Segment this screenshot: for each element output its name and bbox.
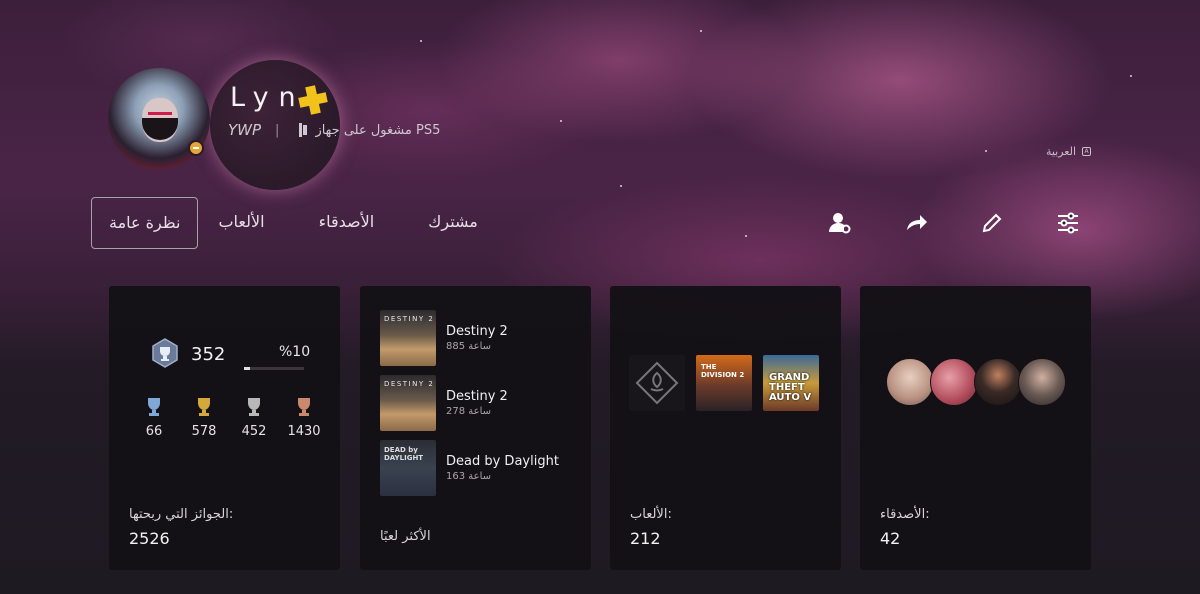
tab-shared[interactable]: مشترك: [408, 197, 498, 249]
trophy-bronze: 1430: [284, 396, 324, 439]
trophy-silver: 452: [234, 396, 274, 439]
star: [985, 150, 987, 152]
play-hours: 885 ساعة: [446, 341, 492, 352]
profile-tag: YWP: [228, 121, 262, 139]
separator: |: [275, 122, 280, 138]
friends-card[interactable]: الأصدقاء: 42: [860, 286, 1091, 570]
most-played-list: DESTINY 2 Destiny 2 885 ساعة DESTINY 2 D…: [380, 310, 559, 496]
trophies-label: الجوائز التي ربحتها:: [129, 507, 234, 522]
trophy-breakdown: 66 578 452 1430: [134, 396, 324, 439]
friend-avatar: [930, 358, 978, 406]
play-hours: 278 ساعة: [446, 406, 492, 417]
settings-button[interactable]: [1054, 207, 1082, 239]
language-icon: A: [1082, 147, 1091, 156]
friends-avatars: [886, 358, 1066, 406]
status-text: مشغول على جهاز PS5: [315, 122, 441, 138]
ps-plus-icon: [298, 85, 328, 115]
star: [700, 30, 702, 32]
list-item[interactable]: DESTINY 2 Destiny 2 885 ساعة: [380, 310, 559, 366]
trophies-card[interactable]: 352 %10 66 578 452 1430 الجوائز التي ربح…: [109, 286, 340, 570]
share-button[interactable]: [902, 207, 930, 239]
game-title: Destiny 2: [446, 389, 508, 404]
star: [1130, 75, 1132, 77]
silver-count: 452: [241, 424, 267, 439]
friend-avatar: [1018, 358, 1066, 406]
language-label: العربية: [1045, 145, 1076, 158]
bronze-trophy-icon: [298, 398, 310, 416]
gold-count: 578: [191, 424, 217, 439]
star: [745, 235, 747, 237]
platinum-trophy-icon: [148, 398, 160, 416]
game-thumbnail: GRAND THEFT AUTO V: [763, 355, 819, 411]
game-title: Destiny 2: [446, 324, 508, 339]
most-played-label: الأكثر لعبًا: [380, 529, 431, 544]
game-thumbnail: DESTINY 2: [380, 310, 436, 366]
game-thumbnail: DEAD by DAYLIGHT: [380, 440, 436, 496]
tab-friends[interactable]: الأصدقاء: [299, 197, 395, 249]
star: [620, 185, 622, 187]
games-label: الألعاب:: [630, 507, 672, 522]
game-title: Dead by Daylight: [446, 454, 559, 469]
most-played-card[interactable]: DESTINY 2 Destiny 2 885 ساعة DESTINY 2 D…: [360, 286, 591, 570]
add-friend-icon: [829, 213, 851, 234]
games-card[interactable]: THE DIVISION 2 GRAND THEFT AUTO V الألعا…: [610, 286, 841, 570]
trophy-gold: 578: [184, 396, 224, 439]
game-logo-icon: [635, 361, 679, 405]
star: [560, 120, 562, 122]
add-friend-button[interactable]: [826, 207, 854, 239]
platinum-count: 66: [145, 424, 163, 439]
edit-button[interactable]: [978, 207, 1006, 239]
play-hours: 163 ساعة: [446, 471, 492, 482]
game-thumbnail: DESTINY 2: [380, 375, 436, 431]
friend-avatar: [974, 358, 1022, 406]
friends-label: الأصدقاء:: [880, 507, 930, 522]
level-progress-label: %10: [279, 344, 311, 360]
edit-icon: [982, 213, 1002, 233]
friend-avatar: [886, 358, 934, 406]
trophy-level: 352: [191, 344, 226, 365]
tab-games[interactable]: الألعاب: [198, 197, 284, 249]
trophies-total: 2526: [129, 529, 170, 548]
list-item[interactable]: DEAD by DAYLIGHT Dead by Daylight 163 سا…: [380, 440, 559, 496]
trophy-platinum: 66: [134, 396, 174, 439]
tab-overview[interactable]: نظرة عامة: [91, 197, 199, 249]
status-badge: [188, 140, 204, 156]
star: [420, 40, 422, 42]
bronze-count: 1430: [287, 424, 321, 439]
level-progress-bar: [244, 367, 304, 370]
friends-count: 42: [880, 529, 901, 548]
profile-subline: YWP | مشغول على جهاز PS5: [228, 121, 440, 139]
game-thumbnail: [629, 355, 685, 411]
language-indicator[interactable]: العربية A: [1046, 145, 1091, 158]
settings-sliders-icon: [1058, 212, 1078, 234]
level-progress-fill: [244, 367, 250, 370]
games-count: 212: [630, 529, 661, 548]
gold-trophy-icon: [198, 398, 210, 416]
game-thumbnail: THE DIVISION 2: [696, 355, 752, 411]
profile-tabs: نظرة عامة الألعاب الأصدقاء مشترك: [91, 197, 498, 249]
games-thumbnails: THE DIVISION 2 GRAND THEFT AUTO V: [629, 355, 819, 411]
trophy-level-icon: [152, 338, 178, 368]
share-icon: [907, 215, 927, 230]
ps5-console-icon: [299, 123, 308, 137]
list-item[interactable]: DESTINY 2 Destiny 2 278 ساعة: [380, 375, 559, 431]
profile-actions: [826, 207, 1082, 239]
silver-trophy-icon: [248, 398, 260, 416]
